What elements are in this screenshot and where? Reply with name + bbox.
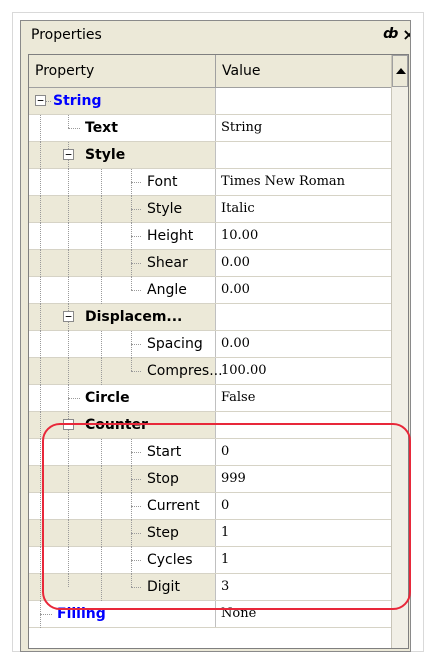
row-label: Step [147, 525, 179, 541]
collapse-counter-icon[interactable]: − [63, 419, 74, 430]
property-row-angle[interactable]: Angle 0.00 [29, 277, 391, 304]
property-grid: Property Value − String Text String − St… [28, 54, 409, 649]
row-value[interactable]: 0.00 [221, 250, 250, 276]
property-row-current[interactable]: Current 0 [29, 493, 391, 520]
row-value[interactable]: 100.00 [221, 358, 267, 384]
vertical-scrollbar[interactable] [391, 55, 408, 648]
row-value[interactable]: Italic [221, 196, 255, 222]
row-label: Cycles [147, 552, 193, 568]
property-row-cycles[interactable]: Cycles 1 [29, 547, 391, 574]
row-label: Filling [57, 606, 106, 622]
category-row-string[interactable]: − String [29, 88, 391, 115]
row-label: Angle [147, 282, 187, 298]
row-value[interactable]: 0 [221, 439, 229, 465]
panel-titlebar: Properties ȸ × [21, 21, 410, 51]
row-label: Counter [85, 417, 148, 433]
row-value[interactable]: String [221, 115, 262, 141]
row-value[interactable]: 0 [221, 493, 229, 519]
row-label: Text [85, 120, 118, 136]
row-label: Style [147, 201, 183, 217]
row-label: Compres... [147, 363, 223, 379]
property-column-header[interactable]: Property [29, 55, 216, 87]
up-arrow-icon[interactable] [392, 55, 408, 87]
collapse-displacement-icon[interactable]: − [63, 311, 74, 322]
row-label: String [53, 93, 102, 109]
property-row-stop[interactable]: Stop 999 [29, 466, 391, 493]
close-icon[interactable]: × [402, 25, 410, 44]
collapse-string-icon[interactable]: − [35, 95, 46, 106]
row-value[interactable]: 10.00 [221, 223, 258, 249]
collapse-style-icon[interactable]: − [63, 149, 74, 160]
property-row-spacing[interactable]: Spacing 0.00 [29, 331, 391, 358]
properties-panel: Properties ȸ × Property Value − String [20, 20, 411, 652]
row-value[interactable]: 999 [221, 466, 246, 492]
category-row-counter[interactable]: − Counter [29, 412, 391, 439]
row-value[interactable]: 0.00 [221, 277, 250, 303]
panel-title: Properties [31, 27, 102, 43]
row-value[interactable]: 3 [221, 574, 229, 600]
property-row-shear[interactable]: Shear 0.00 [29, 250, 391, 277]
category-row-displacement[interactable]: − Displacem... [29, 304, 391, 331]
row-label: Circle [85, 390, 130, 406]
row-value[interactable]: Times New Roman [221, 169, 345, 195]
row-label: Height [147, 228, 194, 244]
property-row-font[interactable]: Font Times New Roman [29, 169, 391, 196]
row-label: Digit [147, 579, 180, 595]
row-label: Spacing [147, 336, 203, 352]
row-label: Start [147, 444, 182, 460]
property-row-height[interactable]: Height 10.00 [29, 223, 391, 250]
row-value[interactable]: 1 [221, 520, 229, 546]
value-column-header[interactable]: Value [216, 55, 391, 87]
row-value[interactable]: None [221, 601, 256, 627]
row-label: Shear [147, 255, 188, 271]
property-row-circle[interactable]: Circle False [29, 385, 391, 412]
row-label: Style [85, 147, 126, 163]
grid-header: Property Value [29, 55, 391, 88]
row-value[interactable]: 1 [221, 547, 229, 573]
row-value[interactable]: 0.00 [221, 331, 250, 357]
row-label: Font [147, 174, 178, 190]
pin-icon[interactable]: ȸ [383, 26, 399, 44]
property-row-compression[interactable]: Compres... 100.00 [29, 358, 391, 385]
row-label: Displacem... [85, 309, 183, 325]
property-row-digit[interactable]: Digit 3 [29, 574, 391, 601]
row-label: Current [147, 498, 200, 514]
property-row-step[interactable]: Step 1 [29, 520, 391, 547]
property-row-text[interactable]: Text String [29, 115, 391, 142]
row-label: Stop [147, 471, 179, 487]
property-row-style[interactable]: Style Italic [29, 196, 391, 223]
category-row-style[interactable]: − Style [29, 142, 391, 169]
category-row-filling[interactable]: Filling None [29, 601, 391, 628]
property-row-start[interactable]: Start 0 [29, 439, 391, 466]
row-value[interactable]: False [221, 385, 255, 411]
